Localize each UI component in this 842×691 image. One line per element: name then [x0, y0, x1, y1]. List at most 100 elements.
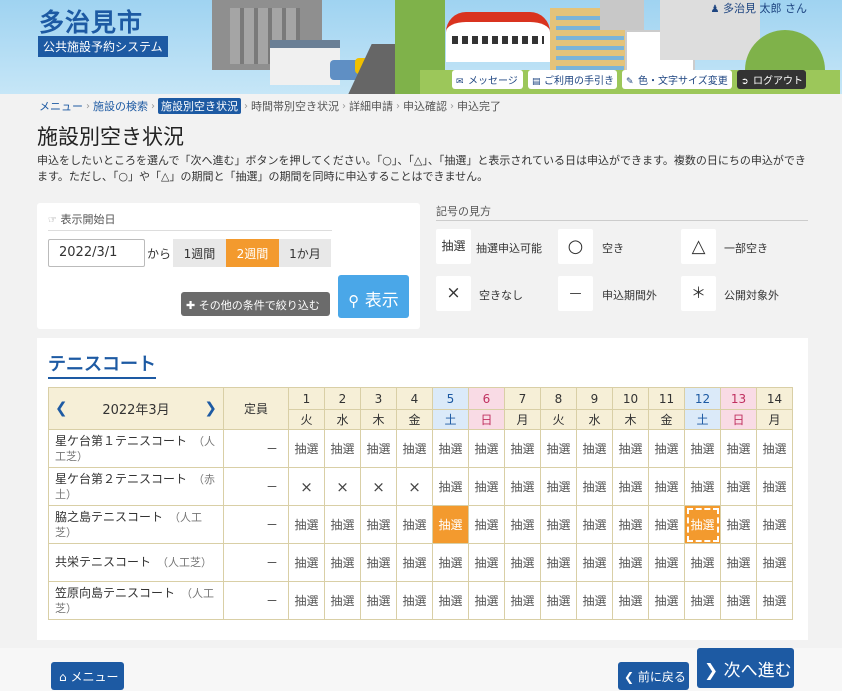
user-name-text: 多治見 太郎 さん	[723, 2, 807, 15]
legend-private-label: 公開対象外	[724, 289, 779, 302]
availability-cell[interactable]: 抽選	[504, 505, 541, 544]
search-icon: ⚲	[348, 292, 360, 310]
availability-cell[interactable]: 抽選	[648, 581, 685, 620]
availability-cell[interactable]: ×	[288, 467, 325, 506]
availability-cell[interactable]: 抽選	[432, 467, 469, 506]
availability-cell[interactable]: 抽選	[360, 505, 397, 544]
availability-cell[interactable]: 抽選	[612, 581, 649, 620]
city-name[interactable]: 多治見市	[39, 3, 143, 39]
availability-cell[interactable]: 抽選	[504, 581, 541, 620]
availability-cell[interactable]: 抽選	[612, 429, 649, 468]
availability-cell[interactable]: 抽選	[684, 505, 721, 544]
availability-cell[interactable]: 抽選	[432, 429, 469, 468]
availability-cell[interactable]: 抽選	[288, 543, 325, 582]
facility-name: 星ケ台第２テニスコート （赤土）	[48, 467, 224, 506]
availability-cell[interactable]: ×	[396, 467, 433, 506]
availability-cell[interactable]: 抽選	[288, 429, 325, 468]
availability-cell[interactable]: 抽選	[360, 543, 397, 582]
availability-cell[interactable]: 抽選	[612, 467, 649, 506]
availability-cell[interactable]: 抽選	[360, 581, 397, 620]
next-month-icon[interactable]: ❯	[204, 399, 217, 417]
availability-cell[interactable]: 抽選	[576, 581, 613, 620]
day-number: 11	[648, 387, 685, 410]
period-1week[interactable]: 1週間	[173, 239, 226, 267]
guide-button[interactable]: ▤ ご利用の手引き	[528, 70, 617, 89]
period-1month[interactable]: 1か月	[279, 239, 331, 267]
availability-cell[interactable]: 抽選	[504, 429, 541, 468]
availability-cell[interactable]: 抽選	[324, 429, 361, 468]
availability-cell[interactable]: 抽選	[468, 505, 505, 544]
breadcrumb-menu[interactable]: メニュー	[39, 98, 83, 114]
availability-cell[interactable]: 抽選	[684, 581, 721, 620]
availability-cell[interactable]: 抽選	[324, 543, 361, 582]
availability-cell[interactable]: 抽選	[612, 505, 649, 544]
filter-conditions-button[interactable]: ✚ その他の条件で絞り込む	[181, 292, 330, 316]
legend-out-of-period-symbol: —	[558, 276, 593, 311]
availability-cell[interactable]: 抽選	[648, 505, 685, 544]
availability-cell[interactable]: 抽選	[756, 505, 793, 544]
availability-cell[interactable]: 抽選	[396, 543, 433, 582]
availability-cell[interactable]: 抽選	[468, 429, 505, 468]
availability-cell[interactable]: 抽選	[324, 505, 361, 544]
availability-cell[interactable]: 抽選	[540, 505, 577, 544]
availability-cell[interactable]: 抽選	[720, 505, 757, 544]
next-button[interactable]: ❯ 次へ進む	[697, 648, 794, 688]
availability-cell[interactable]: 抽選	[720, 581, 757, 620]
availability-cell[interactable]: 抽選	[468, 581, 505, 620]
availability-cell[interactable]: 抽選	[756, 543, 793, 582]
availability-cell[interactable]: 抽選	[684, 543, 721, 582]
availability-cell[interactable]: 抽選	[612, 543, 649, 582]
availability-cell[interactable]: 抽選	[468, 543, 505, 582]
availability-cell[interactable]: 抽選	[540, 467, 577, 506]
facility-card: テニスコート ❮ 2022年3月 ❯ 定員 1 2 3 4 5 6 7 8 9 10 11 12 13 14 火水木…	[37, 338, 808, 640]
availability-cell[interactable]: 抽選	[432, 581, 469, 620]
start-date-input[interactable]: 2022/3/1	[48, 239, 145, 267]
availability-cell[interactable]: 抽選	[648, 543, 685, 582]
availability-cell[interactable]: 抽選	[756, 467, 793, 506]
availability-cell[interactable]: 抽選	[468, 467, 505, 506]
show-button[interactable]: ⚲ 表示	[338, 275, 409, 318]
day-number: 4	[396, 387, 433, 410]
menu-button[interactable]: ⌂ メニュー	[51, 662, 124, 690]
availability-cell[interactable]: 抽選	[756, 429, 793, 468]
availability-cell[interactable]: 抽選	[720, 467, 757, 506]
color-size-button[interactable]: ✎ 色・文字サイズ変更	[622, 70, 732, 89]
availability-cell[interactable]: 抽選	[432, 543, 469, 582]
availability-cell[interactable]: 抽選	[288, 505, 325, 544]
availability-cell[interactable]: 抽選	[396, 429, 433, 468]
availability-cell[interactable]: 抽選	[576, 467, 613, 506]
footer-bar: ⌂ メニュー ❮ 前に戻る ❯ 次へ進む	[0, 648, 842, 691]
availability-cell[interactable]: 抽選	[540, 581, 577, 620]
availability-cell[interactable]: 抽選	[684, 429, 721, 468]
availability-cell[interactable]: 抽選	[756, 581, 793, 620]
prev-month-icon[interactable]: ❮	[55, 399, 68, 417]
availability-cell[interactable]: 抽選	[720, 543, 757, 582]
logout-button[interactable]: ➲ ログアウト	[737, 70, 806, 89]
availability-cell[interactable]: 抽選	[684, 467, 721, 506]
availability-cell[interactable]: 抽選	[324, 581, 361, 620]
availability-cell[interactable]: 抽選	[432, 505, 469, 544]
availability-cell[interactable]: 抽選	[576, 429, 613, 468]
availability-cell[interactable]: ×	[324, 467, 361, 506]
availability-cell[interactable]: ×	[360, 467, 397, 506]
message-button[interactable]: ✉ メッセージ	[452, 70, 523, 89]
availability-cell[interactable]: 抽選	[360, 429, 397, 468]
period-2weeks[interactable]: 2週間	[226, 239, 279, 267]
availability-cell[interactable]: 抽選	[540, 543, 577, 582]
user-name: ♟ 多治見 太郎 さん	[711, 0, 807, 16]
availability-cell[interactable]: 抽選	[720, 429, 757, 468]
availability-cell[interactable]: 抽選	[504, 543, 541, 582]
day-weekday: 土	[684, 409, 721, 430]
availability-cell[interactable]: 抽選	[396, 505, 433, 544]
legend-title: 記号の見方	[436, 205, 491, 218]
availability-cell[interactable]: 抽選	[576, 543, 613, 582]
availability-cell[interactable]: 抽選	[648, 467, 685, 506]
back-button[interactable]: ❮ 前に戻る	[618, 662, 689, 690]
availability-cell[interactable]: 抽選	[288, 581, 325, 620]
availability-cell[interactable]: 抽選	[540, 429, 577, 468]
breadcrumb-search[interactable]: 施設の検索	[93, 98, 148, 114]
availability-cell[interactable]: 抽選	[648, 429, 685, 468]
availability-cell[interactable]: 抽選	[504, 467, 541, 506]
availability-cell[interactable]: 抽選	[396, 581, 433, 620]
availability-cell[interactable]: 抽選	[576, 505, 613, 544]
